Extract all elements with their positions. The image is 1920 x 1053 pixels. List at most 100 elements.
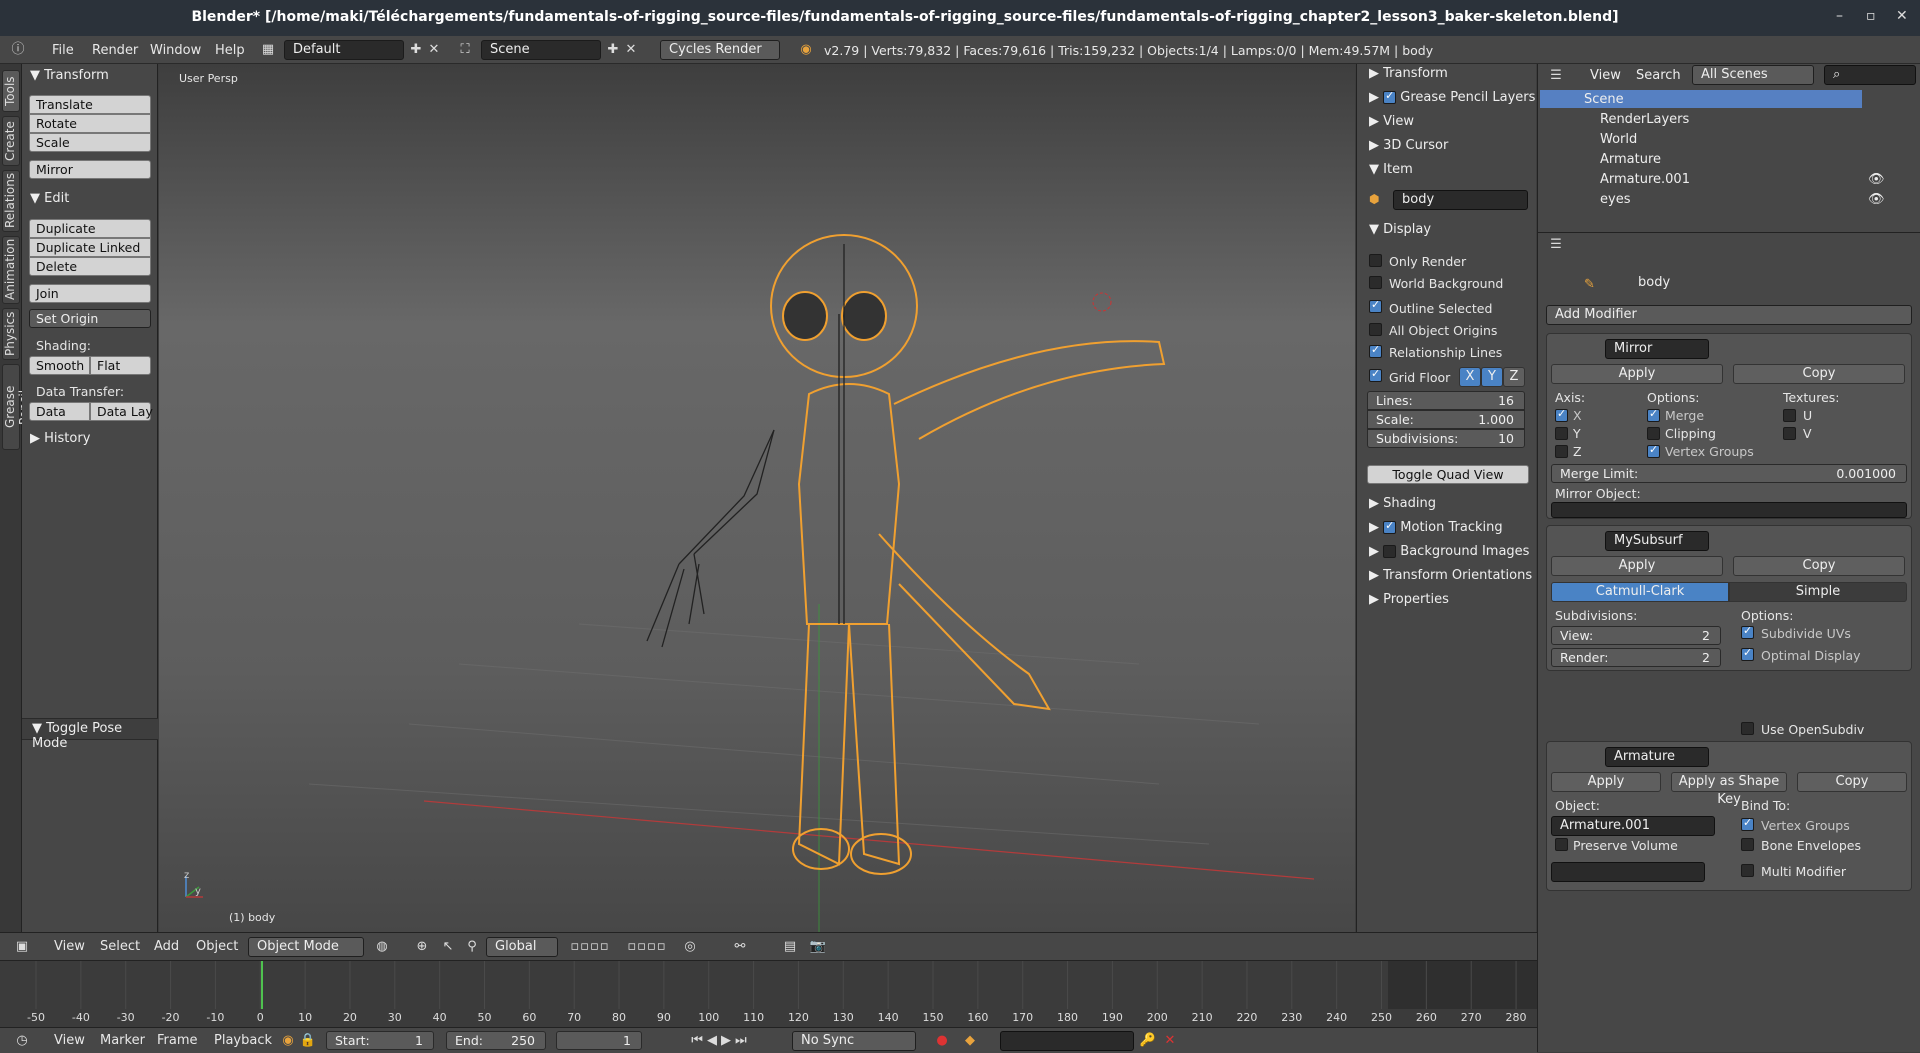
remove-scene-icon[interactable]: ✕: [621, 40, 641, 60]
add-layout-icon[interactable]: ✚: [406, 40, 426, 60]
n-display-header[interactable]: ▼ Display: [1369, 222, 1431, 237]
armature-vgroups-checkbox[interactable]: [1741, 816, 1754, 831]
mirror-z-checkbox[interactable]: [1555, 445, 1568, 458]
subsurf-view-field[interactable]: View: 2: [1551, 626, 1721, 645]
join-button[interactable]: Join: [29, 284, 151, 303]
armature-name-field[interactable]: Armature: [1605, 747, 1709, 767]
render-engine-select[interactable]: Cycles Render: [660, 40, 780, 60]
armature-apply-button[interactable]: Apply: [1551, 772, 1661, 792]
subsurf-copy-button[interactable]: Copy: [1733, 556, 1905, 576]
snap-icon[interactable]: ⚯: [730, 937, 750, 957]
grid-x-toggle[interactable]: X: [1459, 367, 1481, 387]
rotate-button[interactable]: Rotate: [29, 114, 151, 133]
only-render-checkbox[interactable]: [1369, 254, 1382, 267]
data-button[interactable]: Data: [29, 402, 90, 421]
duplicate-linked-button[interactable]: Duplicate Linked: [29, 238, 151, 257]
outliner-editor-icon[interactable]: ☰: [1546, 66, 1566, 86]
merge-checkbox[interactable]: [1647, 407, 1660, 422]
current-frame-field[interactable]: 1: [556, 1031, 642, 1050]
visibility-eye-icon[interactable]: 👁: [1868, 192, 1885, 207]
multi-modifier-checkbox[interactable]: [1741, 864, 1754, 877]
outliner-item-renderlayers[interactable]: RenderLayers: [1600, 112, 1689, 127]
scale-button[interactable]: Scale: [29, 133, 151, 152]
add-modifier-select[interactable]: Add Modifier: [1546, 305, 1912, 325]
outliner-item-eyes[interactable]: eyes: [1600, 192, 1630, 207]
world-bg-checkbox[interactable]: [1369, 276, 1382, 289]
record-icon[interactable]: ●: [932, 1031, 952, 1051]
pivot-icon[interactable]: ⊕: [412, 937, 432, 957]
mode-select[interactable]: Object Mode: [248, 937, 364, 957]
smooth-button[interactable]: Smooth: [29, 356, 90, 375]
history-panel-header[interactable]: ▶ History: [30, 431, 90, 446]
layout-icon[interactable]: ▦: [258, 40, 278, 60]
menu-file[interactable]: File: [52, 43, 74, 58]
keyframe-icon[interactable]: ◆: [960, 1031, 980, 1051]
menu-view[interactable]: View: [54, 939, 85, 954]
scene-field[interactable]: Scene: [481, 40, 601, 60]
n-bgimg-header[interactable]: ▶ Background Images: [1369, 544, 1529, 559]
catmull-clark-button[interactable]: Catmull-Clark: [1551, 582, 1729, 602]
toggle-quad-view-button[interactable]: Toggle Quad View: [1367, 465, 1529, 484]
outliner-search-field[interactable]: ⌕: [1824, 65, 1916, 85]
tab-create[interactable]: Create: [2, 116, 20, 166]
viewport-editor-icon[interactable]: ▣: [12, 937, 32, 957]
mirror-button[interactable]: Mirror: [29, 160, 151, 179]
3d-viewport[interactable]: User Persp z y (1) body: [159, 64, 1355, 932]
grid-subdiv-field[interactable]: Subdivisions: 10: [1367, 429, 1525, 448]
n-shading-header[interactable]: ▶ Shading: [1369, 496, 1436, 511]
layers-icon[interactable]: ▫▫▫▫: [622, 937, 672, 957]
outliner-item-scene[interactable]: Scene: [1584, 92, 1624, 107]
subsurf-apply-button[interactable]: Apply: [1551, 556, 1723, 576]
grid-scale-field[interactable]: Scale: 1.000: [1367, 410, 1525, 429]
menu-select[interactable]: Select: [100, 939, 140, 954]
mirror-vgroups-checkbox[interactable]: [1647, 443, 1660, 458]
menu-tl-frame[interactable]: Frame: [157, 1033, 198, 1048]
duplicate-button[interactable]: Duplicate: [29, 219, 151, 238]
armature-object-field[interactable]: Armature.001: [1551, 816, 1715, 836]
insert-keyframe-icon[interactable]: 🔑: [1138, 1031, 1158, 1051]
data-lay-button[interactable]: Data Lay: [90, 402, 153, 421]
end-frame-field[interactable]: End: 250: [446, 1031, 546, 1050]
camera-icon[interactable]: 📷: [808, 937, 828, 957]
timeline[interactable]: -50 -40 -30 -20 -10 0 10 20 30 40 50 60 70 80 90 100 110…: [0, 960, 1537, 1027]
edit-panel-header[interactable]: ▼ Edit: [30, 191, 69, 206]
lock-icon[interactable]: 🔒: [298, 1031, 318, 1051]
layout-field[interactable]: Default: [284, 40, 404, 60]
mirror-copy-button[interactable]: Copy: [1733, 364, 1905, 384]
delete-keyframe-icon[interactable]: ✕: [1160, 1031, 1180, 1051]
manipulator-icon[interactable]: ↖: [438, 937, 458, 957]
outliner-item-world[interactable]: World: [1600, 132, 1637, 147]
start-frame-field[interactable]: Start: 1: [326, 1031, 434, 1050]
simple-button[interactable]: Simple: [1729, 582, 1907, 602]
opensubdiv-checkbox[interactable]: [1741, 722, 1754, 735]
tab-grease-pencil[interactable]: Grease Pencil: [2, 364, 31, 450]
add-scene-icon[interactable]: ✚: [603, 40, 623, 60]
n-orient-header[interactable]: ▶ Transform Orientations: [1369, 568, 1532, 583]
layers-icon[interactable]: ▫▫▫▫: [565, 937, 615, 957]
armature-copy-button[interactable]: Copy: [1797, 772, 1907, 792]
n-transform-header[interactable]: ▶ Transform: [1369, 66, 1448, 81]
menu-add[interactable]: Add: [154, 939, 179, 954]
tab-relations[interactable]: Relations: [2, 170, 20, 232]
n-properties-header[interactable]: ▶ Properties: [1369, 592, 1449, 607]
merge-limit-field[interactable]: Merge Limit: 0.001000: [1551, 464, 1907, 483]
orientation-icon[interactable]: ⚲: [462, 937, 482, 957]
grid-lines-field[interactable]: Lines: 16: [1367, 391, 1525, 410]
preview-range-icon[interactable]: ◉: [278, 1031, 298, 1051]
pin-icon[interactable]: ✎: [1584, 277, 1595, 292]
toggle-pose-mode-header[interactable]: ▼ Toggle Pose Mode: [32, 721, 157, 751]
optimal-display-checkbox[interactable]: [1741, 646, 1754, 661]
menu-tl-playback[interactable]: Playback: [214, 1033, 272, 1048]
render-preview-icon[interactable]: ▤: [780, 937, 800, 957]
n-motion-header[interactable]: ▶ Motion Tracking: [1369, 519, 1503, 535]
outliner-item-armature001[interactable]: Armature.001: [1600, 172, 1690, 187]
proportional-icon[interactable]: ◎: [680, 937, 700, 957]
subsurf-name-field[interactable]: MySubsurf: [1605, 531, 1709, 551]
menu-tl-marker[interactable]: Marker: [100, 1033, 145, 1048]
outliner-filter-select[interactable]: All Scenes: [1692, 65, 1814, 85]
translate-button[interactable]: Translate: [29, 95, 151, 114]
set-origin-select[interactable]: Set Origin: [29, 309, 151, 328]
menu-object[interactable]: Object: [196, 939, 238, 954]
n-grease-header[interactable]: ▶ Grease Pencil Layers: [1369, 89, 1535, 105]
info-editor-icon[interactable]: ⓘ: [8, 40, 28, 60]
